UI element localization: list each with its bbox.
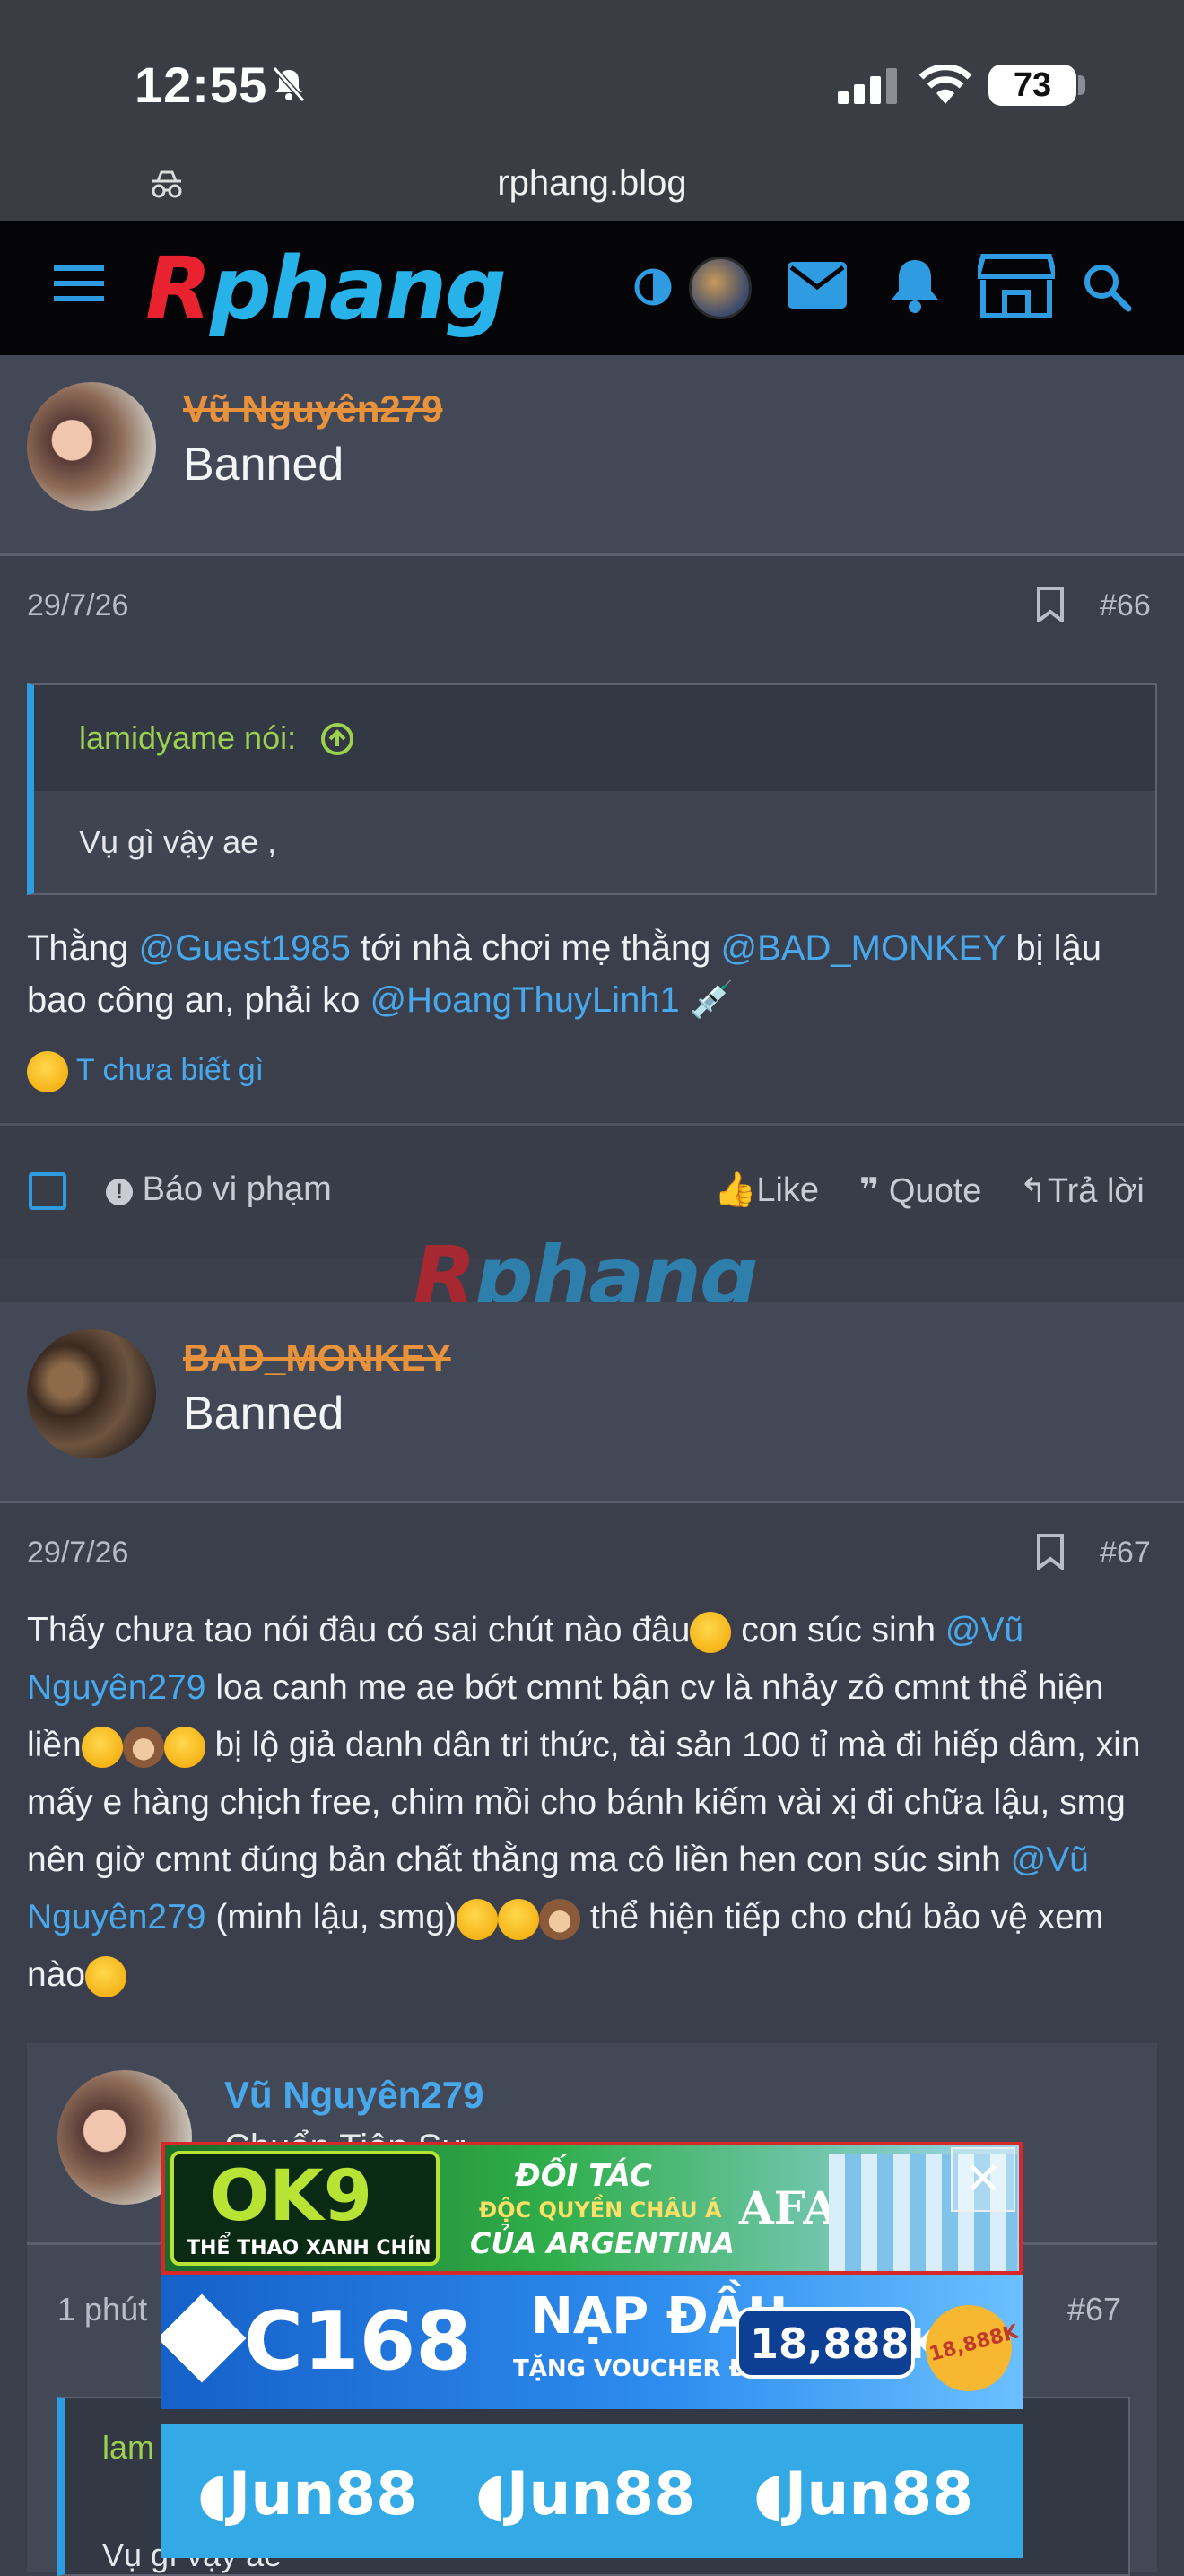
- alert-icon: !: [106, 1179, 133, 1205]
- battery-cap: [1078, 75, 1085, 95]
- user-avatar[interactable]: [689, 257, 752, 319]
- post-username[interactable]: Vũ Nguyên279: [183, 387, 442, 431]
- reply-arrow-icon: ↰: [1019, 1172, 1048, 1210]
- laughing-emoji-icon: [457, 1898, 499, 1940]
- ok9-logo-box: OK9 THỂ THAO XANH CHÍN: [170, 2151, 440, 2266]
- bookmark-icon[interactable]: [1035, 587, 1066, 622]
- jun88-brand-2: ◖Jun88: [475, 2459, 696, 2528]
- monkey-emoji-icon: [539, 1898, 581, 1940]
- laughing-emoji-icon: [27, 1051, 68, 1092]
- ok9-sub2: CỦA ARGENTINA: [470, 2226, 735, 2260]
- cellular-signal-icon: [838, 68, 897, 104]
- ok9-brand: OK9: [210, 2156, 373, 2237]
- user-title: Banned: [183, 439, 344, 491]
- thumbs-up-icon: 👍: [714, 1171, 757, 1209]
- reply-button[interactable]: ↰Trả lời: [1019, 1171, 1145, 1211]
- ok9-badge: AFA: [739, 2181, 839, 2234]
- site-logo[interactable]: Rphang: [145, 239, 507, 339]
- status-bar: 12:55 73: [0, 0, 1184, 144]
- bell-muted-icon: [272, 66, 306, 102]
- yawn-emoji-icon: [498, 1898, 540, 1940]
- quote-text: Vụ gì vậy ae ,: [79, 823, 277, 860]
- report-button[interactable]: ! Báo vi phạm: [106, 1171, 332, 1209]
- mention-link[interactable]: @Guest1985: [139, 928, 351, 968]
- notification-bell-icon[interactable]: [888, 257, 942, 314]
- embedded-time[interactable]: 1 phút: [57, 2291, 147, 2328]
- post-username[interactable]: BAD_MONKEY: [183, 1336, 451, 1379]
- yawn-emoji-icon: [163, 1726, 205, 1768]
- ad-banner-ok9[interactable]: OK9 THỂ THAO XANH CHÍN ĐỐI TÁC ĐỘC QUYỀN…: [161, 2142, 1023, 2275]
- quote-author[interactable]: lam: [102, 2429, 154, 2467]
- mail-icon[interactable]: [788, 262, 847, 309]
- theme-toggle-icon[interactable]: [633, 267, 673, 307]
- quote-author[interactable]: lamidyame nói:: [79, 719, 296, 757]
- c168-coin: 18,888K: [916, 2295, 1022, 2401]
- url-text[interactable]: rphang.blog: [0, 163, 1184, 204]
- reaction-text[interactable]: T chưa biết gì: [76, 1053, 264, 1087]
- status-time: 12:55: [135, 57, 268, 113]
- ad-banner-c168[interactable]: C168 NẠP ĐẦU TẶNG VOUCHER ĐẾN 18,888K 18…: [161, 2275, 1023, 2409]
- yawn-emoji-icon: [690, 1611, 732, 1653]
- mention-link[interactable]: @BAD_MONKEY: [721, 928, 1006, 968]
- jun88-brand-3: ◖Jun88: [753, 2459, 974, 2528]
- jun88-logo-icon: ◖: [753, 2459, 785, 2528]
- post-body: Thấy chưa tao nói đâu có sai chút nào đâ…: [27, 1602, 1157, 2004]
- post-date[interactable]: 29/7/26: [27, 588, 128, 623]
- quote-header[interactable]: lamidyame nói:: [34, 685, 1155, 791]
- laughing-emoji-icon: [81, 1726, 123, 1768]
- quote-button[interactable]: ❞ Quote: [859, 1171, 981, 1211]
- c168-amount: 18,888K: [750, 2319, 942, 2368]
- diamond-logo-icon: [161, 2293, 247, 2383]
- avatar[interactable]: [27, 1329, 156, 1458]
- jun88-logo-icon: ◖: [197, 2459, 229, 2528]
- like-button[interactable]: 👍Like: [714, 1171, 819, 1210]
- laughing-emoji-icon: [85, 1955, 127, 1997]
- embedded-username[interactable]: Vũ Nguyên279: [224, 2074, 483, 2117]
- avatar[interactable]: [27, 382, 156, 511]
- post-body: Thằng @Guest1985 tới nhà chơi mẹ thằng @…: [27, 928, 1102, 1020]
- quote-icon: ❞: [859, 1172, 880, 1210]
- embedded-post-number[interactable]: #67: [1067, 2291, 1121, 2328]
- user-title: Banned: [183, 1388, 344, 1440]
- jun88-logo-icon: ◖: [475, 2459, 507, 2528]
- post-number[interactable]: #66: [1100, 588, 1151, 623]
- ok9-headline: ĐỐI TÁC: [515, 2158, 652, 2194]
- ok9-sub1: ĐỘC QUYỀN CHÂU Á: [479, 2197, 722, 2223]
- post-67-header: BAD_MONKEY Banned: [0, 1302, 1184, 1503]
- c168-brand: C168: [244, 2294, 472, 2389]
- search-icon[interactable]: [1082, 262, 1132, 312]
- jun88-brand-1: ◖Jun88: [197, 2459, 418, 2528]
- post-date[interactable]: 29/7/26: [27, 1536, 128, 1571]
- monkey-emoji-icon: [122, 1726, 164, 1768]
- mention-link[interactable]: @HoangThuyLinh1: [370, 980, 680, 1020]
- c168-amount-box: 18,888K: [736, 2307, 941, 2379]
- ad-close-button[interactable]: ✕: [951, 2147, 1015, 2212]
- post-66-header: Vũ Nguyên279 Banned: [0, 355, 1184, 556]
- bookmark-icon[interactable]: [1035, 1534, 1066, 1570]
- store-icon[interactable]: [978, 253, 1055, 319]
- hamburger-menu-icon[interactable]: [54, 264, 104, 303]
- reaction-summary[interactable]: T chưa biết gì: [27, 1051, 264, 1092]
- quote-block: lamidyame nói: Vụ gì vậy ae ,: [27, 683, 1157, 895]
- arrow-up-circle-icon[interactable]: [319, 721, 355, 757]
- c168-small: 18,888K: [927, 2320, 1022, 2367]
- battery-level: 73: [988, 65, 1076, 106]
- browser-url-bar[interactable]: rphang.blog: [0, 144, 1184, 221]
- select-checkbox[interactable]: [29, 1172, 66, 1210]
- site-navbar: Rphang: [0, 221, 1184, 355]
- ok9-tagline: THỂ THAO XANH CHÍN: [187, 2237, 431, 2259]
- post-number[interactable]: #67: [1100, 1536, 1151, 1571]
- wifi-icon: [918, 65, 972, 104]
- ad-banner-jun88[interactable]: ◖Jun88 ◖Jun88 ◖Jun88: [161, 2424, 1023, 2558]
